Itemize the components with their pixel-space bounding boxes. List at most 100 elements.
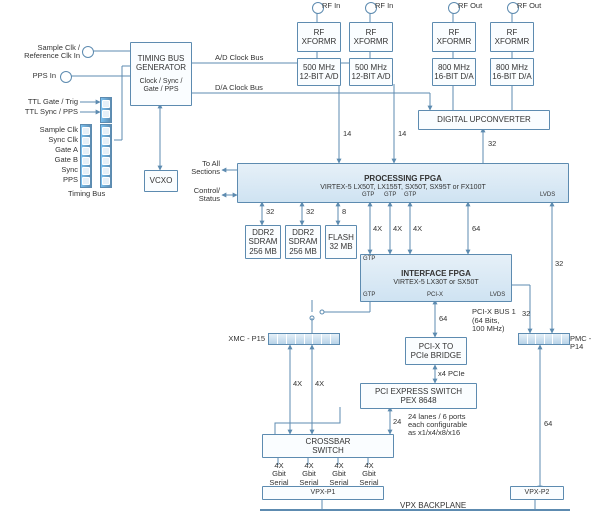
w64-a: 64 <box>472 225 480 233</box>
ddr2b-l2: SDRAM <box>289 237 318 246</box>
ddr2a-l1: DDR2 <box>252 228 274 237</box>
adc2-l2: 12-BIT A/D <box>352 72 391 81</box>
timing-sub-l1: Clock / Sync / <box>140 78 183 86</box>
pfpga-gtp3: GTP <box>404 192 416 199</box>
ddr2a-l2: SDRAM <box>249 237 278 246</box>
pmc-p14-connector <box>518 333 570 345</box>
w32-ddr2: 32 <box>306 208 314 216</box>
vcxo: VCXO <box>144 170 178 192</box>
ifpga-lvds: LVDS <box>490 292 505 299</box>
vpx-p1-text: VPX-P1 <box>311 489 336 497</box>
timing-bus-ttl <box>100 97 112 123</box>
ddr2b-l1: DDR2 <box>292 228 314 237</box>
ctrlstat-l2: Status <box>185 195 220 203</box>
sig-gateb-label: Gate B <box>0 156 78 164</box>
ddr2b-l3: 256 MB <box>289 247 317 256</box>
sig-sample-label: Sample Clk <box>0 126 78 134</box>
ad-clock-bus-label: A/D Clock Bus <box>215 54 263 62</box>
ifpga-gtp-bot: GTP <box>363 292 375 299</box>
w4x-c: 4X <box>413 225 422 233</box>
crossbar-switch: CROSSBAR SWITCH <box>262 434 394 458</box>
digital-upconverter: DIGITAL UPCONVERTER <box>418 110 550 130</box>
sig-gatea-label: Gate A <box>0 146 78 154</box>
sample-clk-port <box>82 46 94 58</box>
crossbar-l2: SWITCH <box>312 446 344 455</box>
flash: FLASH 32 MB <box>325 225 357 259</box>
pmc-p14-label: PMC - P14 <box>570 335 600 352</box>
pfpga-gtp1: GTP <box>362 192 374 199</box>
flash-l1: FLASH <box>328 233 354 242</box>
processing-fpga: PROCESSING FPGA VIRTEX-5 LX50T, LX155T, … <box>237 163 569 203</box>
bridge-l1: PCI-X TO <box>419 342 453 351</box>
ifpga-gtp-top: GTP <box>363 256 375 263</box>
sample-clk-label: Sample Clk / Reference Clk In <box>0 44 80 61</box>
w14a: 14 <box>343 130 351 138</box>
ddr2-2: DDR2 SDRAM 256 MB <box>285 225 321 259</box>
sig-pps-label: PPS <box>0 176 78 184</box>
pcie-sw-l1: PCI EXPRESS SWITCH <box>375 387 462 396</box>
ifpga-l1: INTERFACE FPGA <box>401 269 471 278</box>
timing-bus-sig-a <box>80 124 92 188</box>
w32-pmc2: 32 <box>522 310 530 318</box>
rf-xformr-3: RF XFORMR <box>432 22 476 52</box>
flash-l2: 32 MB <box>329 242 352 251</box>
ttl-sync-label: TTL Sync / PPS <box>0 108 78 116</box>
bridge-l2: PCIe BRIDGE <box>411 351 462 360</box>
w4x-a: 4X <box>373 225 382 233</box>
adc1-l1: 500 MHz <box>303 63 335 72</box>
w32-duc: 32 <box>488 140 496 148</box>
adc1-l2: 12-BIT A/D <box>300 72 339 81</box>
vcxo-text: VCXO <box>150 176 173 185</box>
crossbar-l1: CROSSBAR <box>306 437 351 446</box>
pcix-bus-l1: PCI-X BUS 1 <box>472 308 516 316</box>
duc-text: DIGITAL UPCONVERTER <box>437 115 531 124</box>
dac-2: 800 MHz 16-BIT D/A <box>490 58 534 86</box>
dac1-l2: 16-BIT D/A <box>434 72 473 81</box>
ifpga-pcix: PCI-X <box>427 292 443 299</box>
xmc-p15-connector <box>268 333 340 345</box>
rf-in-1-label: RF In <box>322 2 340 10</box>
rf-xformr-1: RF XFORMR <box>297 22 341 52</box>
pcix-bus-l3: 100 MHz) <box>472 325 505 333</box>
pfpga-l2: VIRTEX-5 LX50T, LX155T, SX50T, SX95T or … <box>320 184 486 192</box>
vpx-p1: VPX-P1 <box>262 486 384 500</box>
pcie-sw-l2: PEX 8648 <box>400 396 436 405</box>
vpx-backplane-label: VPX BACKPLANE <box>400 502 466 511</box>
pfpga-l1: PROCESSING FPGA <box>364 174 442 183</box>
rf-xformr-4: RF XFORMR <box>490 22 534 52</box>
timing-sub-l2: Gate / PPS <box>143 86 178 94</box>
xmc-p15-label: XMC - P15 <box>225 335 265 343</box>
w8-flash: 8 <box>342 208 346 216</box>
pfpga-lvds: LVDS <box>540 192 555 199</box>
w14b: 14 <box>398 130 406 138</box>
ddr2a-l3: 256 MB <box>249 247 277 256</box>
dac2-l1: 800 MHz <box>496 63 528 72</box>
pps-in-port <box>60 71 72 83</box>
timing-bus-generator-l1: TIMING BUS <box>138 54 185 63</box>
gbit2: 4X Gbit Serial <box>298 462 320 487</box>
ifpga-l2: VIRTEX-5 LX30T or SX50T <box>393 279 478 287</box>
pps-in-label: PPS In <box>0 72 56 80</box>
pcix-pcie-bridge: PCI-X TO PCIe BRIDGE <box>405 337 467 365</box>
w24: 24 <box>393 418 401 426</box>
sig-syncb-label: Sync <box>0 166 78 174</box>
timing-bus-generator-l2: GENERATOR <box>136 63 186 72</box>
rf-xformr-2: RF XFORMR <box>349 22 393 52</box>
w4x-xmc2: 4X <box>315 380 324 388</box>
pfpga-gtp2: GTP <box>384 192 396 199</box>
rf-out-2-label: RF Out <box>517 2 541 10</box>
pcie-switch: PCI EXPRESS SWITCH PEX 8648 <box>360 383 477 409</box>
rf-in-2-label: RF In <box>375 2 393 10</box>
lanes-l3: as x1/x4/x8/x16 <box>408 429 460 437</box>
gbit1: 4X Gbit Serial <box>268 462 290 487</box>
gbit4: 4X Gbit Serial <box>358 462 380 487</box>
timing-bus-generator: TIMING BUS GENERATOR Clock / Sync / Gate… <box>130 42 192 106</box>
w32-ddr1: 32 <box>266 208 274 216</box>
sig-sync-label: Sync Clk <box>0 136 78 144</box>
w32-pmc: 32 <box>555 260 563 268</box>
dac1-l1: 800 MHz <box>438 63 470 72</box>
ddr2-1: DDR2 SDRAM 256 MB <box>245 225 281 259</box>
w4x-xmc1: 4X <box>293 380 302 388</box>
timing-bus-caption: Timing Bus <box>68 190 105 198</box>
timing-bus-sig-b <box>100 124 112 188</box>
